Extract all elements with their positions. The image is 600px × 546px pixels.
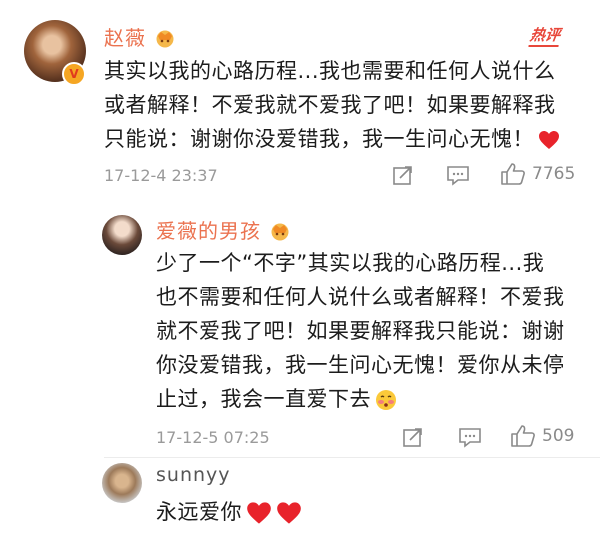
comment-line-with-emoji: 永远爱你 — [156, 495, 576, 529]
verified-badge: V — [62, 62, 86, 86]
avatar[interactable] — [102, 463, 142, 503]
comment-line: 止过，我会一直爱下去 — [156, 387, 371, 411]
comment-text: 其实以我的心路历程...我也需要和任何人说什么 或者解释！不爱我就不爱我了吧！如… — [104, 54, 584, 156]
comment-line: 只能说：谢谢你没爱错我，我一生问心无愧！ — [104, 127, 534, 151]
comment-line: 其实以我的心路历程...我也需要和任何人说什么 — [104, 59, 556, 83]
timestamp: 17-12-4 23:37 — [104, 166, 218, 185]
hot-comment-badge: 热评 — [528, 24, 562, 47]
share-button[interactable] — [402, 426, 424, 448]
comment-line: 你没爱错我，我一生问心无愧！爱你从未停 — [156, 353, 565, 377]
comment-line: 永远爱你 — [156, 500, 242, 524]
share-icon — [393, 166, 412, 185]
username[interactable]: 赵薇 — [104, 22, 178, 51]
divider — [104, 457, 600, 458]
comment-icon — [459, 428, 481, 448]
share-button[interactable] — [392, 164, 414, 186]
like-button[interactable]: 7765 — [500, 162, 575, 186]
comment-text: 永远爱你 — [156, 495, 576, 529]
comment-line-with-emoji: 止过，我会一直爱下去 — [156, 382, 576, 416]
like-button[interactable]: 509 — [510, 424, 574, 448]
heart-emoji — [539, 131, 559, 149]
username[interactable]: sunnyy — [156, 464, 231, 486]
timestamp: 17-12-5 07:25 — [156, 428, 270, 447]
comment-line-with-emoji: 只能说：谢谢你没爱错我，我一生问心无愧！ — [104, 122, 584, 156]
username-text: sunnyy — [156, 464, 231, 486]
like-count: 7765 — [532, 164, 576, 184]
comment-line: 少了一个“不字”其实以我的心路历程...我 — [156, 251, 545, 275]
crown-badge-icon — [156, 30, 174, 47]
username-text: 爱薇的男孩 — [156, 219, 261, 243]
heart-emoji — [247, 502, 271, 524]
comment-line: 就不爱我了吧！如果要解释我只能说：谢谢 — [156, 319, 565, 343]
comment-line: 也不需要和任何人说什么或者解释！不爱我 — [156, 285, 565, 309]
comment-icon — [447, 166, 469, 186]
share-icon — [403, 428, 422, 447]
comment-line: 或者解释！不爱我就不爱我了吧！如果要解释我 — [104, 93, 556, 117]
username[interactable]: 爱薇的男孩 — [156, 215, 293, 244]
crown-badge-icon — [271, 223, 289, 240]
username-text: 赵薇 — [104, 26, 146, 50]
like-count: 509 — [542, 426, 575, 446]
comment-button[interactable] — [446, 164, 470, 186]
like-icon — [511, 425, 535, 447]
comment-text: 少了一个“不字”其实以我的心路历程...我 也不需要和任何人说什么或者解释！不爱… — [156, 246, 576, 416]
blush-emoji — [376, 390, 396, 410]
heart-emoji — [277, 502, 301, 524]
avatar[interactable] — [102, 215, 142, 255]
like-icon — [501, 163, 525, 185]
comment-button[interactable] — [458, 426, 482, 448]
